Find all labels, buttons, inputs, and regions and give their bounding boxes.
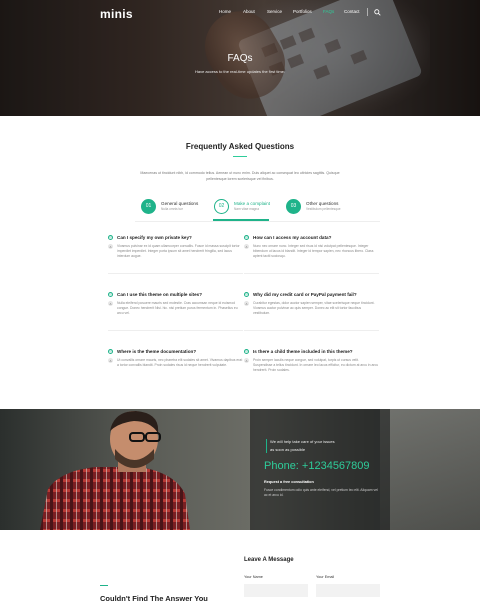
accent-bar [266, 439, 267, 453]
email-label: Your Email [316, 575, 335, 579]
tab-number: 01 [141, 198, 156, 214]
tab-other-questions[interactable]: 03 Other questions Vestibulum pellentesqu… [286, 195, 341, 217]
name-label: Your Name [244, 575, 263, 579]
cant-find-heading: Couldn't Find The Answer You [100, 594, 208, 603]
page-title: FAQs [227, 53, 253, 64]
contact-banner [0, 409, 480, 530]
heading-accent-line [100, 585, 108, 586]
cta-line-1: We will help take care of your issues [270, 439, 335, 444]
faq-description: Maecenas ut tincidunt nibh, id commodo t… [140, 171, 340, 181]
faq-answer: Proin semper iaculis neque congue, sed v… [253, 358, 379, 373]
tab-number: 03 [286, 198, 301, 214]
nav-about[interactable]: About [243, 9, 255, 14]
question-icon: Q [108, 348, 113, 354]
faq-section-title: Frequently Asked Questions [185, 142, 295, 151]
faq-answer: Curabitur egestas, dolor auctor sapien s… [253, 301, 375, 316]
nav-faqs[interactable]: FAQs [323, 9, 334, 14]
answer-icon: A [244, 358, 249, 363]
faq-answer: Nunc nec ornare nunc. Integer sed risus … [253, 244, 374, 259]
active-tab-indicator [213, 219, 269, 221]
faq-divider [108, 273, 243, 274]
consultation-description: Fusce condimentum odio quis ante eleifen… [264, 488, 378, 498]
faq-item[interactable]: Q Can I use this theme on multiple sites?… [108, 290, 243, 317]
faq-question: Is there a child theme included in this … [253, 348, 353, 354]
nav-contact[interactable]: Contact [344, 9, 360, 14]
page-subtitle: Have access to the real-time updates the… [194, 69, 286, 74]
faq-question: Can I use this theme on multiple sites? [117, 291, 203, 297]
faq-divider [244, 330, 379, 331]
faq-divider [244, 273, 379, 274]
faq-question: Where is the theme documentation? [117, 348, 197, 354]
answer-icon: A [244, 244, 249, 249]
faq-item[interactable]: Q Is there a child theme included in this… [244, 347, 379, 374]
faq-question: Can I specify my own private key? [117, 234, 192, 240]
tab-number: 02 [214, 198, 229, 214]
tab-subtitle: Vestibulum pellentesque [306, 207, 341, 211]
phone-number[interactable]: Phone: +1234567809 [264, 460, 370, 472]
tab-subtitle: Nulla omnis tue [161, 207, 183, 211]
faq-answer: Nulla eleifend posuere mauris sed molest… [117, 301, 238, 316]
faq-answer: Ut convallis ornare mauris, nec pharetra… [117, 358, 243, 368]
question-icon: Q [244, 234, 249, 240]
leave-message-title: Leave A Message [244, 557, 294, 563]
cta-line-2: as soon as possible [270, 447, 306, 452]
faq-item[interactable]: Q How can I access my account data? A Nunc… [244, 233, 379, 260]
tab-make-a-complaint[interactable]: 02 Make a complaint Nam vitae magna [214, 195, 270, 217]
tab-general-questions[interactable]: 01 General questions Nulla omnis tue [141, 195, 198, 217]
consultation-heading: Request a free consultation [264, 480, 314, 484]
nav-home[interactable]: Home [219, 9, 231, 14]
faq-item[interactable]: Q Why did my credit card or PayPal paymen… [244, 290, 379, 317]
title-underline [233, 156, 247, 157]
answer-icon: A [108, 301, 113, 306]
tab-subtitle: Nam vitae magna [234, 207, 259, 211]
nav-portfolios[interactable]: Portfolios [293, 9, 312, 14]
question-icon: Q [108, 234, 113, 240]
tabs-divider [135, 221, 380, 222]
nav-divider [367, 8, 368, 16]
answer-icon: A [244, 301, 249, 306]
question-icon: Q [244, 291, 249, 297]
answer-icon: A [108, 358, 113, 363]
answer-icon: A [108, 244, 113, 249]
tab-title: Other questions [306, 201, 339, 206]
question-icon: Q [108, 291, 113, 297]
question-icon: Q [244, 348, 249, 354]
faq-tabs: 01 General questions Nulla omnis tue 02 M… [135, 195, 380, 221]
search-icon[interactable] [374, 9, 381, 16]
name-field[interactable] [244, 584, 308, 597]
faq-divider [108, 330, 243, 331]
site-logo[interactable]: minis [100, 7, 133, 21]
faq-item[interactable]: Q Can I specify my own private key? A Viva… [108, 233, 243, 260]
faq-item[interactable]: Q Where is the theme documentation? A Ut c… [108, 347, 243, 368]
tab-title: General questions [161, 201, 199, 206]
email-field[interactable] [316, 584, 380, 597]
man-with-glasses-image [40, 411, 190, 530]
faq-answer: Vivamus pulvinar ex id quam ullamcorper … [117, 244, 240, 259]
faq-question: How can I access my account data? [253, 234, 332, 240]
faq-question: Why did my credit card or PayPal payment… [253, 291, 357, 297]
tab-title: Make a complaint [234, 201, 271, 206]
nav-service[interactable]: Service [267, 9, 282, 14]
